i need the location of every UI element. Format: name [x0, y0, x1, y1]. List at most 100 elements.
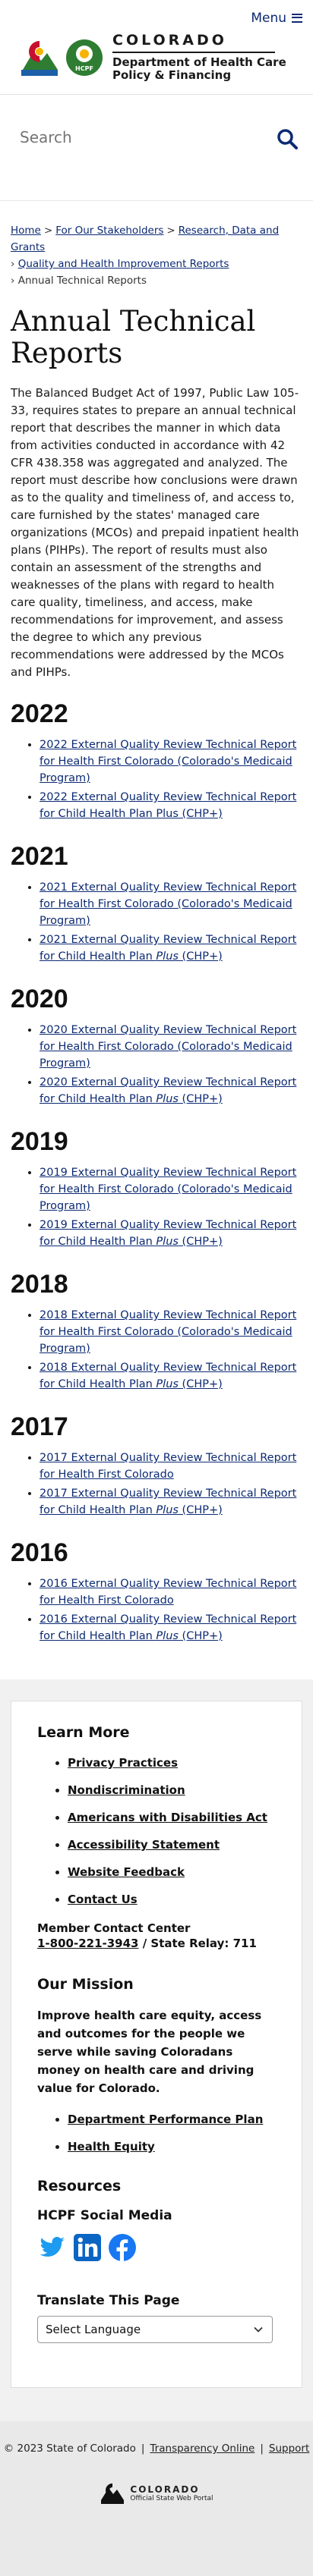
search-icon[interactable] [277, 128, 298, 149]
portal-name: COLORADO [130, 2484, 200, 2495]
report-list-2016: 2016 External Quality Review Technical R… [11, 1575, 302, 1645]
breadcrumb-home[interactable]: Home [11, 225, 41, 237]
page-title: Annual Technical Reports [11, 305, 256, 369]
chevron-down-icon [254, 2326, 263, 2333]
list-item: Health Equity [68, 2138, 276, 2155]
contact-us-link[interactable]: Contact Us [68, 1893, 138, 1906]
report-link-text: 2020 External Quality Review Technical R… [40, 1024, 297, 1070]
report-link[interactable]: 2022 External Quality Review Technical R… [40, 739, 296, 784]
reports-by-year: 2022 2022 External Quality Review Technic… [11, 699, 302, 1645]
accessibility-link[interactable]: Accessibility Statement [68, 1838, 220, 1852]
report-link-text: 2019 External Quality Review Technical R… [40, 1167, 297, 1212]
report-link-text: Plus [156, 950, 179, 963]
report-link[interactable]: 2017 External Quality Review Technical R… [40, 1487, 296, 1516]
report-link[interactable]: 2019 External Quality Review Technical R… [40, 1167, 296, 1212]
search-input[interactable] [20, 128, 263, 146]
report-link-text: Plus [156, 1093, 179, 1105]
report-link-text: Plus [156, 1504, 179, 1516]
facebook-icon[interactable] [107, 2232, 138, 2263]
seal-text: HCPF [75, 65, 93, 72]
footer: Learn More Privacy Practices Nondiscrimi… [0, 1679, 313, 2421]
colorado-logo-icon [21, 41, 58, 76]
report-link-text: Plus [156, 1630, 179, 1642]
website-feedback-link[interactable]: Website Feedback [68, 1865, 185, 1879]
report-link-text: 2016 External Quality Review Technical R… [40, 1578, 297, 1607]
translate-heading: Translate This Page [37, 2293, 180, 2308]
portal-subtitle: Official State Web Portal [130, 2495, 213, 2502]
hcpf-seal-icon: HCPF [66, 39, 103, 76]
report-link-text: 2018 External Quality Review Technical R… [40, 1309, 297, 1355]
report-link[interactable]: 2021 External Quality Review Technical R… [40, 881, 296, 927]
report-link-text: Plus [156, 1236, 179, 1248]
mission-list: Department Performance Plan Health Equit… [37, 2111, 276, 2155]
list-item: 2017 External Quality Review Technical R… [40, 1450, 302, 1483]
report-link[interactable]: 2017 External Quality Review Technical R… [40, 1452, 296, 1481]
logo-group[interactable]: HCPF COLORADO Department of Health Care … [18, 33, 286, 82]
list-item: 2021 External Quality Review Technical R… [40, 879, 302, 929]
list-item: 2016 External Quality Review Technical R… [40, 1611, 302, 1645]
report-link-text: (CHP+) [178, 1236, 223, 1248]
list-item: Nondiscrimination [68, 1782, 276, 1798]
brand-title: COLORADO [112, 32, 227, 49]
report-link[interactable]: 2019 External Quality Review Technical R… [40, 1219, 296, 1248]
twitter-icon[interactable] [37, 2232, 68, 2263]
contact-line: 1-800-221-3943 / State Relay: 711 [37, 1937, 276, 1950]
report-link-text: (CHP+) [178, 950, 223, 963]
state-portal-logo[interactable]: COLORADO Official State Web Portal [0, 2480, 313, 2506]
breadcrumb-current: Annual Technical Reports [17, 275, 147, 287]
learn-more-heading: Learn More [37, 1724, 130, 1741]
report-list-2017: 2017 External Quality Review Technical R… [11, 1450, 302, 1519]
nondiscrimination-link[interactable]: Nondiscrimination [68, 1783, 185, 1797]
report-list-2018: 2018 External Quality Review Technical R… [11, 1307, 302, 1393]
menu-label: Menu [251, 11, 286, 26]
breadcrumb-stakeholders[interactable]: For Our Stakeholders [55, 225, 163, 237]
ada-link[interactable]: Americans with Disabilities Act [68, 1811, 267, 1824]
support-link[interactable]: Support [269, 2442, 309, 2455]
brand: COLORADO Department of Health Care Polic… [112, 33, 286, 82]
state-portal-icon [101, 2483, 125, 2504]
report-link-text: 2022 External Quality Review Technical R… [40, 739, 297, 784]
report-link-text: (CHP+) [178, 1504, 223, 1516]
mission-text: Improve health care equity, access and o… [37, 2009, 262, 2095]
copyright: © 2023 State of Colorado [3, 2442, 136, 2455]
transparency-link[interactable]: Transparency Online [150, 2442, 255, 2455]
language-select-value: Select Language [46, 2323, 141, 2336]
report-link[interactable]: 2021 External Quality Review Technical R… [40, 934, 296, 963]
contact-phone-link[interactable]: 1-800-221-3943 [37, 1937, 138, 1950]
year-heading-2018: 2018 [11, 1270, 68, 1299]
report-link[interactable]: 2016 External Quality Review Technical R… [40, 1613, 296, 1642]
social-media-heading: HCPF Social Media [37, 2208, 172, 2223]
list-item: 2020 External Quality Review Technical R… [40, 1022, 302, 1072]
dept-name-line2: Policy & Financing [112, 68, 232, 82]
privacy-practices-link[interactable]: Privacy Practices [68, 1756, 178, 1770]
year-heading-2020: 2020 [11, 985, 68, 1013]
report-link-text: (CHP+) [178, 1630, 223, 1642]
search-bar [0, 95, 313, 201]
resources-heading: Resources [37, 2178, 122, 2194]
year-heading-2017: 2017 [11, 1412, 68, 1441]
intro-paragraph: The Balanced Budget Act of 1997, Public … [11, 386, 299, 679]
main-content: Home > For Our Stakeholders > Research, Data… [0, 201, 313, 1645]
report-link-text: (CHP+) [178, 1378, 223, 1390]
contact-center-label: Member Contact Center [37, 1921, 191, 1935]
report-link[interactable]: 2022 External Quality Review Technical R… [40, 791, 296, 820]
footer-card: Learn More Privacy Practices Nondiscrimi… [11, 1701, 302, 2388]
report-link[interactable]: 2018 External Quality Review Technical R… [40, 1309, 296, 1355]
report-link[interactable]: 2018 External Quality Review Technical R… [40, 1362, 296, 1390]
report-link[interactable]: 2020 External Quality Review Technical R… [40, 1024, 296, 1070]
list-item: Privacy Practices [68, 1755, 276, 1771]
list-item: 2019 External Quality Review Technical R… [40, 1164, 302, 1214]
report-list-2020: 2020 External Quality Review Technical R… [11, 1022, 302, 1107]
linkedin-icon[interactable] [72, 2232, 103, 2263]
language-select[interactable]: Select Language [37, 2316, 273, 2343]
health-equity-link[interactable]: Health Equity [68, 2140, 155, 2153]
list-item: 2018 External Quality Review Technical R… [40, 1307, 302, 1357]
report-link[interactable]: 2020 External Quality Review Technical R… [40, 1076, 296, 1105]
breadcrumb-quality[interactable]: Quality and Health Improvement Reports [18, 258, 229, 270]
menu-button[interactable]: Menu [251, 11, 302, 26]
list-item: Website Feedback [68, 1864, 276, 1880]
list-item: Americans with Disabilities Act [68, 1809, 276, 1826]
report-link-text: Plus [156, 1378, 179, 1390]
report-link[interactable]: 2016 External Quality Review Technical R… [40, 1578, 296, 1607]
performance-plan-link[interactable]: Department Performance Plan [68, 2113, 263, 2126]
